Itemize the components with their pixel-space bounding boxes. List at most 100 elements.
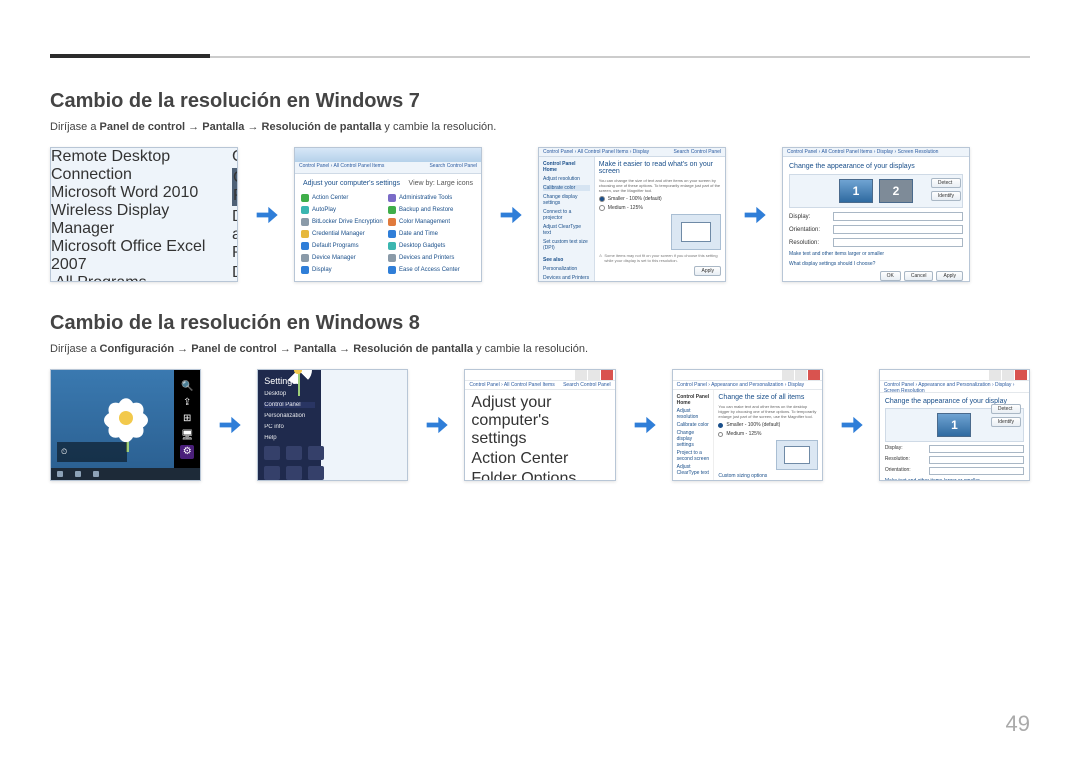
side-link[interactable]: Calibrate color — [677, 422, 710, 428]
cp-item[interactable]: Devices and Printers — [388, 253, 475, 263]
identify-button[interactable]: Identify — [991, 417, 1021, 427]
side-link[interactable]: Change display settings — [543, 194, 590, 206]
keyboard-icon[interactable] — [308, 466, 324, 480]
radio-smaller[interactable]: Smaller - 100% (default) — [599, 196, 721, 202]
monitor-1-icon[interactable]: 1 — [937, 413, 971, 437]
network-icon[interactable] — [264, 446, 280, 460]
side-link[interactable]: Devices and Printers — [543, 275, 590, 281]
breadcrumb[interactable]: Control Panel › Appearance and Personali… — [677, 382, 805, 388]
breadcrumb[interactable]: Control Panel › All Control Panel Items — [469, 382, 554, 388]
list-item[interactable]: Devices and Printers — [232, 208, 238, 262]
power-icon[interactable] — [286, 466, 302, 480]
devices-icon[interactable]: 🖥 — [180, 428, 194, 442]
search-field[interactable]: Search Control Panel — [673, 149, 721, 155]
side-link[interactable]: Change display settings — [677, 430, 710, 448]
list-item[interactable]: Microsoft Word 2010 — [51, 184, 232, 202]
side-link[interactable]: Calibrate color — [543, 185, 590, 191]
brightness-icon[interactable] — [308, 446, 324, 460]
search-icon[interactable]: 🔍 — [180, 379, 194, 393]
orientation-select[interactable] — [929, 467, 1024, 475]
resolution-select[interactable] — [833, 238, 963, 247]
link-custom[interactable]: Custom sizing options — [718, 473, 817, 479]
breadcrumb[interactable]: Control Panel › Appearance and Personali… — [884, 382, 1025, 391]
resolution-select[interactable] — [929, 456, 1024, 464]
cp-item[interactable]: Date and Time — [388, 229, 475, 239]
settings-item[interactable]: Desktop — [264, 391, 315, 397]
side-link[interactable]: Project to a second screen — [677, 450, 710, 462]
tb-icon[interactable] — [57, 471, 63, 477]
settings-icon[interactable]: ⚙ — [180, 445, 194, 459]
link-textsize[interactable]: Make text and other items larger or smal… — [885, 478, 1024, 481]
viewby[interactable]: View by: Large icons — [409, 180, 473, 187]
cp-item[interactable]: Action Center — [471, 450, 568, 468]
start-icon[interactable]: ⊞ — [180, 412, 194, 426]
minimize-button[interactable] — [782, 370, 794, 380]
side-link[interactable]: Adjust ClearType text — [677, 464, 710, 476]
list-item[interactable]: Remote Desktop Connection — [51, 148, 232, 184]
close-button[interactable] — [1015, 370, 1027, 380]
search-field[interactable]: Search Control Panel — [429, 163, 477, 172]
identify-button[interactable]: Identify — [931, 191, 961, 201]
orientation-select[interactable] — [833, 225, 963, 234]
cp-item[interactable]: Display — [301, 265, 388, 275]
apply-button[interactable]: Apply — [694, 266, 721, 276]
settings-item[interactable]: PC info — [264, 424, 315, 430]
monitor-2-icon[interactable]: 2 — [879, 179, 913, 203]
close-button[interactable] — [808, 370, 820, 380]
settings-item[interactable]: Personalization — [264, 413, 315, 419]
tb-icon[interactable] — [75, 471, 81, 477]
side-link[interactable]: Personalization — [543, 266, 590, 272]
link-textsize[interactable]: Make text and other items larger or smal… — [789, 251, 963, 257]
maximize-button[interactable] — [1002, 370, 1014, 380]
cp-item[interactable]: BitLocker Drive Encryption — [301, 217, 388, 227]
side-link[interactable]: Set custom text size (DPI) — [543, 239, 590, 251]
minimize-button[interactable] — [989, 370, 1001, 380]
list-item[interactable]: Default Programs — [232, 264, 238, 282]
cancel-button[interactable]: Cancel — [904, 271, 934, 281]
list-item[interactable]: Wireless Display Manager — [51, 202, 232, 238]
settings-item[interactable]: Control Panel — [264, 402, 315, 408]
cp-item[interactable]: Action Center — [301, 193, 388, 203]
cp-item[interactable]: Desktop Gadgets — [388, 241, 475, 251]
cp-item[interactable]: Default Programs — [301, 241, 388, 251]
side-link[interactable]: Connect to a projector — [543, 209, 590, 221]
breadcrumb[interactable]: Control Panel › All Control Panel Items — [299, 163, 384, 172]
all-programs-button[interactable]: ▸All Programs — [51, 274, 232, 282]
cp-item[interactable]: Device Manager — [301, 253, 388, 263]
apply-button[interactable]: Apply — [936, 271, 963, 281]
side-link[interactable]: Adjust ClearType text — [543, 224, 590, 236]
cp-item[interactable]: Backup and Restore — [388, 205, 475, 215]
ok-button[interactable]: OK — [880, 271, 901, 281]
cp-item[interactable]: AutoPlay — [301, 205, 388, 215]
settings-item[interactable]: Help — [264, 435, 315, 441]
list-item[interactable]: Microsoft Office Excel 2007 — [51, 238, 232, 274]
list-item[interactable]: Computer — [232, 148, 238, 166]
volume-icon[interactable] — [286, 446, 302, 460]
cp-item[interactable]: Administrative Tools — [388, 193, 475, 203]
cp-item[interactable]: Color Management — [388, 217, 475, 227]
maximize-button[interactable] — [588, 370, 600, 380]
close-button[interactable] — [601, 370, 613, 380]
radio-medium[interactable]: Medium - 125% — [599, 205, 721, 211]
cp-item[interactable]: Folder Options — [471, 470, 576, 481]
share-icon[interactable]: ⇪ — [180, 396, 194, 410]
breadcrumb[interactable]: Control Panel › All Control Panel Items … — [543, 149, 649, 155]
detect-button[interactable]: Detect — [931, 178, 961, 188]
radio-medium[interactable]: Medium - 125% — [718, 431, 817, 437]
link-help[interactable]: What display settings should I choose? — [789, 261, 963, 267]
side-link[interactable]: Adjust resolution — [543, 176, 590, 182]
notifications-icon[interactable] — [264, 466, 280, 480]
cp-item[interactable]: Ease of Access Center — [388, 265, 475, 275]
cp-item[interactable]: Credential Manager — [301, 229, 388, 239]
search-field[interactable]: Search Control Panel — [563, 382, 611, 388]
display-select[interactable] — [833, 212, 963, 221]
monitor-1-icon[interactable]: 1 — [839, 179, 873, 203]
side-link[interactable]: Adjust resolution — [677, 408, 710, 420]
radio-smaller[interactable]: Smaller - 100% (default) — [718, 422, 817, 428]
minimize-button[interactable] — [575, 370, 587, 380]
tb-icon[interactable] — [93, 471, 99, 477]
display-select[interactable] — [929, 445, 1024, 453]
list-item[interactable]: Control Panel — [232, 168, 238, 206]
maximize-button[interactable] — [795, 370, 807, 380]
breadcrumb[interactable]: Control Panel › All Control Panel Items … — [787, 149, 938, 155]
